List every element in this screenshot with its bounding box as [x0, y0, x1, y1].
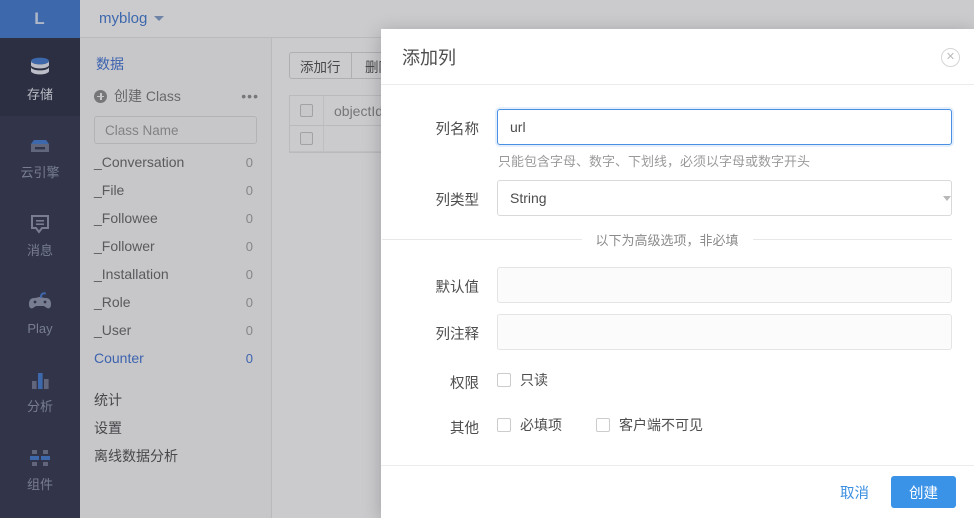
checkbox-box[interactable] — [596, 418, 610, 432]
field-label: 权限 — [450, 376, 479, 392]
column-name-hint: 只能包含字母、数字、下划线，必须以字母或数字开头 — [498, 154, 811, 169]
field-other: 其他 必填项 客户端不可见 — [381, 407, 964, 443]
checkbox-box[interactable] — [497, 418, 511, 432]
advanced-divider: 以下为高级选项，非必填 — [382, 230, 953, 249]
checkbox-readonly[interactable]: 只读 — [497, 362, 548, 398]
column-type-select[interactable]: String — [497, 180, 952, 216]
chevron-down-icon — [943, 196, 951, 201]
dialog-title: 添加列 — [402, 47, 456, 68]
checkbox-hidden-from-client[interactable]: 客户端不可见 — [596, 407, 703, 443]
field-column-name: 列名称 url 只能包含字母、数字、下划线，必须以字母或数字开头 — [381, 109, 964, 170]
field-label: 默认值 — [435, 280, 480, 296]
dialog-footer: 取消 创建 — [381, 465, 974, 518]
advanced-divider-label: 以下为高级选项，非必填 — [595, 233, 739, 248]
dialog-body: 列名称 url 只能包含字母、数字、下划线，必须以字母或数字开头 列类型 Str… — [381, 85, 974, 465]
checkbox-label: 客户端不可见 — [619, 417, 703, 433]
checkbox-label: 只读 — [520, 372, 548, 388]
field-label: 其他 — [450, 421, 479, 437]
field-default-value: 默认值 — [381, 267, 964, 303]
field-label: 列类型 — [435, 193, 480, 209]
divider-line-right — [752, 239, 953, 240]
comment-input[interactable] — [497, 314, 952, 350]
column-name-input[interactable]: url — [497, 109, 952, 145]
cancel-button[interactable]: 取消 — [834, 481, 875, 504]
create-button[interactable]: 创建 — [891, 476, 956, 508]
dialog-header: 添加列 ✕ — [381, 29, 974, 85]
field-permission: 权限 只读 — [381, 362, 964, 398]
field-label: 列名称 — [435, 122, 480, 138]
app-root: L 存储 云引擎 消息 Play 分析 组件 myblog 数据 创建 Clas… — [0, 0, 974, 518]
checkbox-required[interactable]: 必填项 — [497, 407, 562, 443]
field-column-type: 列类型 String — [381, 180, 964, 216]
checkbox-box[interactable] — [497, 373, 511, 387]
field-label: 列注释 — [435, 327, 480, 343]
divider-line-left — [382, 239, 582, 240]
close-icon[interactable]: ✕ — [941, 48, 960, 67]
checkbox-label: 必填项 — [520, 417, 562, 433]
default-value-input[interactable] — [497, 267, 952, 303]
field-comment: 列注释 — [381, 314, 964, 350]
add-column-dialog: 添加列 ✕ 列名称 url 只能包含字母、数字、下划线，必须以字母或数字开头 列… — [381, 29, 974, 518]
